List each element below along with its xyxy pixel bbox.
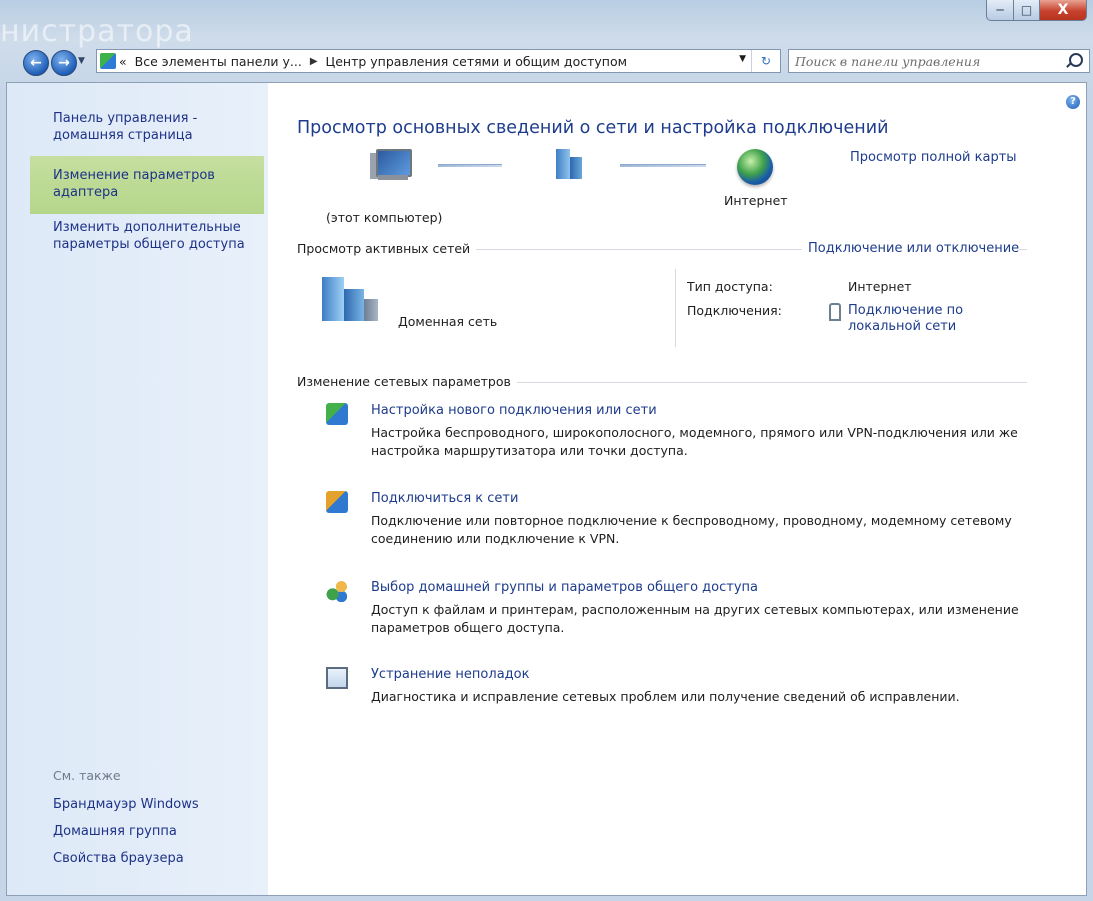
access-type-value: Интернет — [848, 279, 912, 294]
sidebar-item-homegroup[interactable]: Домашняя группа — [53, 823, 177, 840]
caption-buttons: ─ □ X — [986, 0, 1087, 21]
refresh-button[interactable]: ↻ — [751, 50, 780, 72]
breadcrumb-network-center[interactable]: Центр управления сетями и общим доступом — [326, 54, 628, 69]
see-also-heading: См. также — [53, 768, 121, 783]
task-new-connection: Настройка нового подключения или сети На… — [326, 403, 1046, 465]
content-area: Панель управления - домашняя страница Из… — [6, 82, 1087, 896]
task-homegroup: Выбор домашней группы и параметров общег… — [326, 580, 1046, 642]
homegroup-link[interactable]: Выбор домашней группы и параметров общег… — [371, 580, 758, 595]
map-connection-line — [438, 164, 502, 167]
page-title: Просмотр основных сведений о сети и наст… — [297, 118, 889, 138]
search-input[interactable]: Поиск в панели управления — [788, 49, 1090, 73]
network-divider — [675, 269, 676, 347]
local-connection-link[interactable]: Подключение по локальной сети — [848, 303, 998, 335]
new-connection-icon — [326, 403, 348, 425]
window: нистратора ─ □ X ← → ▼ « Все элементы па… — [0, 0, 1093, 901]
address-dropdown[interactable]: ▼ — [739, 54, 746, 64]
search-icon[interactable] — [1069, 53, 1083, 67]
connect-network-icon — [326, 491, 348, 513]
minimize-button[interactable]: ─ — [986, 0, 1014, 21]
full-map-link[interactable]: Просмотр полной карты — [850, 150, 1017, 165]
troubleshoot-link[interactable]: Устранение неполадок — [371, 667, 529, 682]
back-button[interactable]: ← — [23, 50, 49, 76]
internet-globe-icon — [737, 149, 773, 185]
connect-disconnect-link[interactable]: Подключение или отключение — [802, 241, 1020, 256]
sidebar-item-firewall[interactable]: Брандмауэр Windows — [53, 796, 199, 813]
recent-pages-dropdown[interactable]: ▼ — [78, 56, 85, 66]
access-type-label: Тип доступа: — [687, 279, 773, 294]
address-bar[interactable]: « Все элементы панели у... ▶ Центр управ… — [96, 49, 781, 73]
new-connection-desc: Настройка беспроводного, широкополосного… — [371, 425, 1018, 458]
navigation-bar: ← → ▼ « Все элементы панели у... ▶ Центр… — [0, 46, 1093, 78]
active-networks-heading: Просмотр активных сетей — [297, 241, 477, 256]
sidebar-item-change-adapter[interactable]: Изменение параметров адаптера — [30, 156, 264, 214]
sidebar-item-browser-properties[interactable]: Свойства браузера — [53, 850, 184, 867]
sidebar-item-advanced-sharing[interactable]: Изменить дополнительные параметры общего… — [53, 219, 263, 253]
ethernet-icon — [829, 303, 841, 321]
homegroup-icon — [326, 580, 348, 602]
control-panel-icon — [100, 53, 116, 69]
new-connection-link[interactable]: Настройка нового подключения или сети — [371, 403, 657, 418]
task-troubleshoot: Устранение неполадок Диагностика и испра… — [326, 667, 1046, 711]
map-connection-line — [620, 164, 706, 167]
task-connect-network: Подключиться к сети Подключение или повт… — [326, 491, 1046, 553]
maximize-button[interactable]: □ — [1014, 0, 1040, 21]
connect-network-link[interactable]: Подключиться к сети — [371, 491, 518, 506]
troubleshoot-icon — [326, 667, 348, 689]
sidebar-item-label: Изменение параметров адаптера — [53, 168, 215, 200]
domain-network-icon — [320, 277, 380, 325]
breadcrumb-all-items[interactable]: Все элементы панели у... — [135, 54, 302, 69]
internet-label: Интернет — [724, 193, 788, 208]
connect-network-desc: Подключение или повторное подключение к … — [371, 513, 1012, 546]
forward-button[interactable]: → — [51, 50, 77, 76]
troubleshoot-desc: Диагностика и исправление сетевых пробле… — [371, 689, 960, 704]
connections-label: Подключения: — [687, 303, 782, 318]
this-computer-label: (этот компьютер) — [326, 210, 443, 225]
close-button[interactable]: X — [1040, 0, 1087, 21]
network-icon — [552, 147, 588, 183]
main-panel: Просмотр основных сведений о сети и наст… — [290, 83, 1080, 895]
breadcrumb-separator[interactable]: ▶ — [310, 56, 318, 67]
window-title: нистратора — [0, 14, 194, 49]
computer-icon — [370, 145, 412, 185]
network-name: Доменная сеть — [398, 314, 498, 329]
search-placeholder: Поиск в панели управления — [795, 53, 981, 69]
change-settings-heading: Изменение сетевых параметров — [297, 374, 517, 389]
sidebar-item-home[interactable]: Панель управления - домашняя страница — [53, 110, 253, 144]
address-overflow[interactable]: « — [119, 54, 127, 69]
homegroup-desc: Доступ к файлам и принтерам, расположенн… — [371, 602, 1019, 635]
sidebar: Панель управления - домашняя страница Из… — [7, 83, 268, 895]
